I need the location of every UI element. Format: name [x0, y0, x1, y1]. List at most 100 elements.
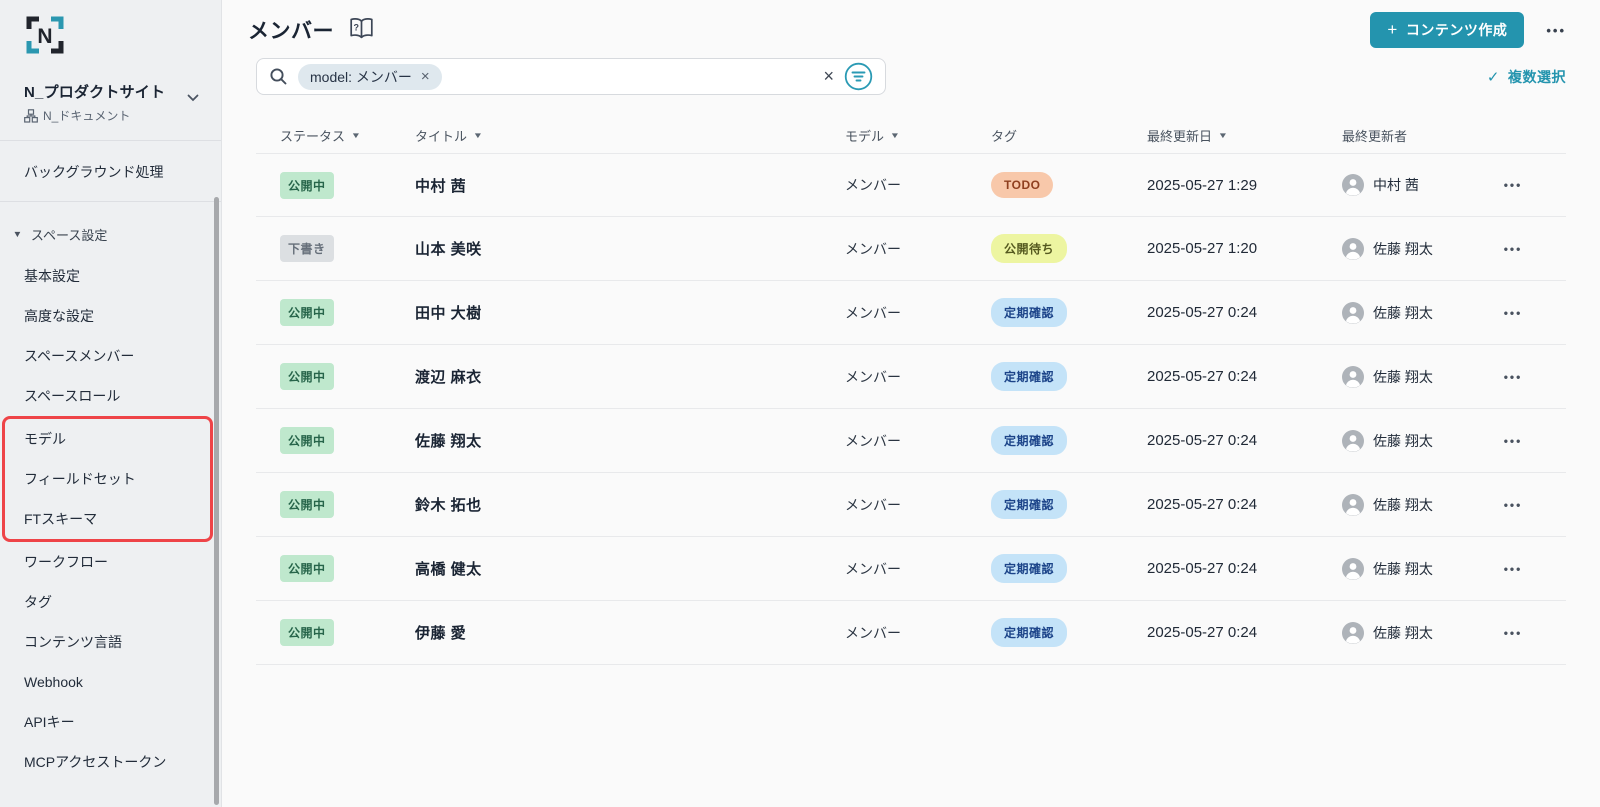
updated-date-cell: 2025-05-27 0:24 [1147, 496, 1258, 513]
tag-badge: 公開待ち [991, 234, 1068, 263]
updater-cell: 佐藤 翔太 [1326, 557, 1486, 580]
row-more-menu-icon[interactable]: ••• [1486, 306, 1540, 320]
column-header-最終更新日[interactable]: 最終更新日 ▼ [1131, 126, 1326, 145]
sidebar-item[interactable]: タグ [0, 582, 221, 622]
tag-badge: 定期確認 [991, 618, 1068, 647]
status-badge: 公開中 [280, 491, 334, 518]
column-label: 最終更新日 [1147, 128, 1213, 144]
row-more-menu-icon[interactable]: ••• [1486, 498, 1540, 512]
sidebar-item[interactable]: コンテンツ言語 [0, 622, 221, 662]
row-more-menu-icon[interactable]: ••• [1486, 242, 1540, 256]
updater-name: 佐藤 翔太 [1373, 560, 1433, 577]
model-cell: メンバー [845, 368, 901, 385]
model-cell: メンバー [845, 432, 901, 449]
search-icon [269, 67, 288, 86]
title-cell: 山本 美咲 [415, 241, 482, 258]
space-name: N_ドキュメント [43, 109, 131, 123]
tag-badge: 定期確認 [991, 554, 1068, 583]
row-more-menu-icon[interactable]: ••• [1486, 434, 1540, 448]
search-input[interactable]: model: メンバー × × [256, 58, 886, 95]
workspace-switcher[interactable]: N_プロダクトサイト N_ドキュメント [0, 63, 221, 124]
sidebar-item[interactable]: APIキー [0, 702, 221, 742]
sidebar-list: 基本設定 高度な設定 スペースメンバー スペースロール [0, 256, 221, 416]
sidebar-item[interactable]: 基本設定 [0, 256, 221, 296]
filter-chip-label: model: メンバー [310, 68, 412, 85]
status-cell: 公開中 [256, 491, 391, 518]
updated-date-cell: 2025-05-27 1:29 [1147, 176, 1258, 194]
tag-cell: 定期確認 [971, 426, 1131, 455]
updated-date-cell: 2025-05-27 0:24 [1147, 304, 1258, 321]
sidebar-item-highlighted[interactable]: フィールドセット [5, 459, 210, 499]
help-book-icon[interactable]: ? [348, 17, 375, 45]
updater-name: 中村 茜 [1373, 177, 1419, 193]
sidebar-item-highlighted[interactable]: モデル [5, 419, 210, 459]
sidebar-item[interactable]: 高度な設定 [0, 296, 221, 336]
avatar [1342, 557, 1364, 580]
multi-select-toggle[interactable]: ✓ 複数選択 [1487, 67, 1566, 87]
status-cell: 公開中 [256, 619, 391, 646]
table-row[interactable]: 公開中 田中 大樹 メンバー 定期確認 2025-05-27 0:24 佐藤 翔太 ••• [256, 281, 1566, 345]
model-cell: メンバー [845, 240, 901, 257]
search-clear-icon[interactable]: × [819, 66, 838, 87]
table-row[interactable]: 公開中 中村 茜 メンバー TODO 2025-05-27 1:29 中村 茜 ••• [256, 153, 1566, 217]
tag-cell: TODO [971, 172, 1131, 198]
title-cell: 佐藤 翔太 [415, 433, 482, 450]
create-content-button[interactable]: + コンテンツ作成 [1370, 12, 1525, 48]
app-logo[interactable]: N [0, 0, 221, 63]
section-collapse-caret-icon: ▼ [12, 229, 23, 239]
row-more-menu-icon[interactable]: ••• [1486, 370, 1540, 384]
content-table: ステータス ▼ タイトル ▼ モデル ▼ タグ 最終更新日 ▼ 最終更新者 公開中 中村 茜メンバー… [256, 117, 1566, 665]
tag-cell: 定期確認 [971, 298, 1131, 327]
filter-settings-icon[interactable] [844, 62, 873, 91]
table-row[interactable]: 公開中 渡辺 麻衣 メンバー 定期確認 2025-05-27 0:24 佐藤 翔太 ••• [256, 345, 1566, 409]
tag-badge: 定期確認 [991, 298, 1068, 327]
table-row[interactable]: 公開中 高橋 健太 メンバー 定期確認 2025-05-27 0:24 佐藤 翔太 ••• [256, 537, 1566, 601]
chevron-down-icon [187, 89, 199, 107]
updater-name: 佐藤 翔太 [1373, 496, 1433, 513]
title-cell: 鈴木 拓也 [415, 497, 482, 514]
check-icon: ✓ [1486, 68, 1500, 86]
sidebar-item-background-jobs[interactable]: バックグラウンド処理 [0, 149, 221, 195]
updater-name: 佐藤 翔太 [1373, 432, 1433, 449]
tag-badge: TODO [991, 172, 1054, 198]
table-row[interactable]: 公開中 伊藤 愛 メンバー 定期確認 2025-05-27 0:24 佐藤 翔太 ••• [256, 601, 1566, 665]
table-row[interactable]: 下書き 山本 美咲 メンバー 公開待ち 2025-05-27 1:20 佐藤 翔太 ••• [256, 217, 1566, 281]
updater-cell: 佐藤 翔太 [1326, 237, 1486, 260]
sidebar-item[interactable]: スペースメンバー [0, 336, 221, 376]
sidebar-item[interactable]: スペースロール [0, 376, 221, 416]
column-label: タイトル [415, 128, 468, 144]
updated-date-cell: 2025-05-27 0:24 [1147, 560, 1258, 577]
space-indicator: N_ドキュメント [24, 107, 221, 124]
column-header-最終更新者: 最終更新者 [1326, 126, 1486, 145]
sidebar-item[interactable]: Webhook [0, 662, 221, 702]
title-cell: 渡辺 麻衣 [415, 369, 482, 386]
avatar [1342, 237, 1364, 260]
column-header-モデル[interactable]: モデル ▼ [821, 126, 971, 145]
avatar [1342, 429, 1364, 452]
sidebar-scrollbar[interactable] [214, 197, 219, 805]
updater-cell: 佐藤 翔太 [1326, 301, 1486, 324]
row-more-menu-icon[interactable]: ••• [1486, 626, 1540, 640]
sidebar-item[interactable]: ワークフロー [0, 542, 221, 582]
filter-chip-model[interactable]: model: メンバー × [298, 63, 442, 90]
sidebar-section-space-settings[interactable]: ▼ スペース設定 [0, 212, 221, 256]
create-content-label: コンテンツ作成 [1405, 22, 1508, 38]
sidebar-item-highlighted[interactable]: FTスキーマ [5, 499, 210, 539]
divider [0, 140, 221, 141]
updated-date-cell: 2025-05-27 0:24 [1147, 624, 1258, 641]
chip-remove-icon[interactable]: × [421, 68, 430, 85]
row-more-menu-icon[interactable]: ••• [1486, 562, 1540, 576]
table-row[interactable]: 公開中 佐藤 翔太 メンバー 定期確認 2025-05-27 0:24 佐藤 翔太 ••• [256, 409, 1566, 473]
more-menu-icon[interactable]: ••• [1546, 23, 1566, 38]
column-header-タイトル[interactable]: タイトル ▼ [391, 126, 821, 145]
tag-cell: 定期確認 [971, 490, 1131, 519]
row-more-menu-icon[interactable]: ••• [1486, 178, 1540, 192]
table-row[interactable]: 公開中 鈴木 拓也 メンバー 定期確認 2025-05-27 0:24 佐藤 翔太 ••• [256, 473, 1566, 537]
status-badge: 公開中 [280, 619, 334, 646]
column-label: ステータス [280, 128, 346, 144]
svg-text:?: ? [353, 23, 359, 33]
column-label: タグ [991, 128, 1018, 144]
sidebar-list: ワークフロー タグ コンテンツ言語 Webhook APIキー MCPアクセストークン [0, 542, 221, 782]
sidebar-item[interactable]: MCPアクセストークン [0, 742, 221, 782]
column-header-ステータス[interactable]: ステータス ▼ [256, 126, 391, 145]
